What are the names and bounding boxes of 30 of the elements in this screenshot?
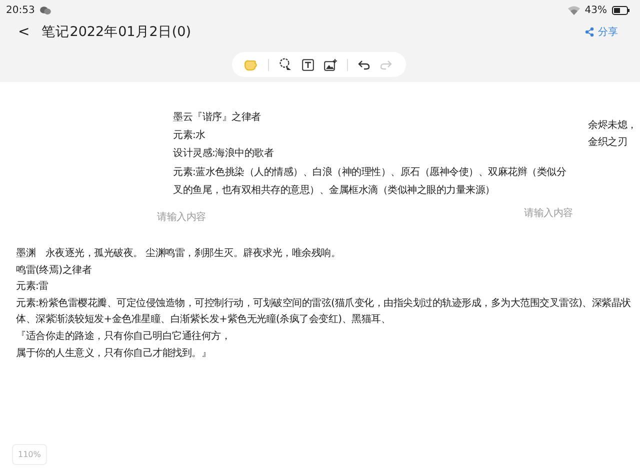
text-line: 元素:粉紫色雷樱花瓣、可定位侵蚀造物，可控制行动，可划破空间的雷弦(猫爪变化，由指尖划过的轨迹形成，多为大范围交叉雷弦)、深紫晶状 [16, 296, 631, 311]
text-line: 设计灵感:海浪中的歌者 [173, 146, 275, 162]
text-line: 元素:雷 [16, 280, 50, 294]
text-line: 余烬未熄， [588, 118, 637, 133]
back-button[interactable]: < [18, 24, 38, 40]
text-line: 鸣雷(终焉)之律者 [16, 264, 93, 278]
text-line: 金织之刃 [588, 136, 628, 150]
wifi-icon [568, 6, 580, 14]
image-add-icon[interactable] [324, 58, 337, 70]
battery-icon [612, 6, 630, 14]
text-line: 属于你的人生意义，只有你自己才能找到。』 [16, 346, 212, 361]
undo-icon[interactable] [358, 60, 370, 70]
text-line: 元素:水 [173, 128, 206, 144]
lasso-icon[interactable] [279, 58, 292, 71]
zoom-level: 110% [12, 444, 47, 465]
note-title: 笔记2022年01月2日(0) [42, 23, 191, 41]
text-line: 墨渊 永夜逐光，孤光破夜。 尘渊鸣雷，刹那生灭。辟夜求光，唯余残响。 [16, 246, 342, 261]
input-field[interactable]: 请输入内容 [157, 212, 206, 223]
text-line: 元素:蓝水色挑染（人的情感）、白浪（神的理性）、原石（愿神令使）、双麻花辫（类似分 [173, 166, 566, 180]
status-time: 20:53 [6, 4, 35, 16]
input-field[interactable]: 请输入内容 [524, 208, 573, 219]
text-line: 叉的鱼尾，也有双相共存的意思）、金属框水滴（类似神之眼的力量来源） [173, 184, 496, 198]
share-icon[interactable] [585, 27, 594, 37]
battery-percent: 43% [584, 4, 607, 16]
text-line: 『适合你走的路途，只有你自己明白它通往何方， [16, 330, 232, 344]
text-line: 体、深紫渐淡较短发+金色准星瞳、白渐紫长发+紫色无光瞳(杀疯了会变红)、黑猫耳、 [16, 312, 392, 328]
text-line: 墨云『谐序』之律者 [173, 110, 262, 125]
text-icon[interactable] [302, 58, 314, 70]
share-button[interactable]: 分享 [598, 25, 618, 39]
chat-icon [40, 6, 51, 14]
